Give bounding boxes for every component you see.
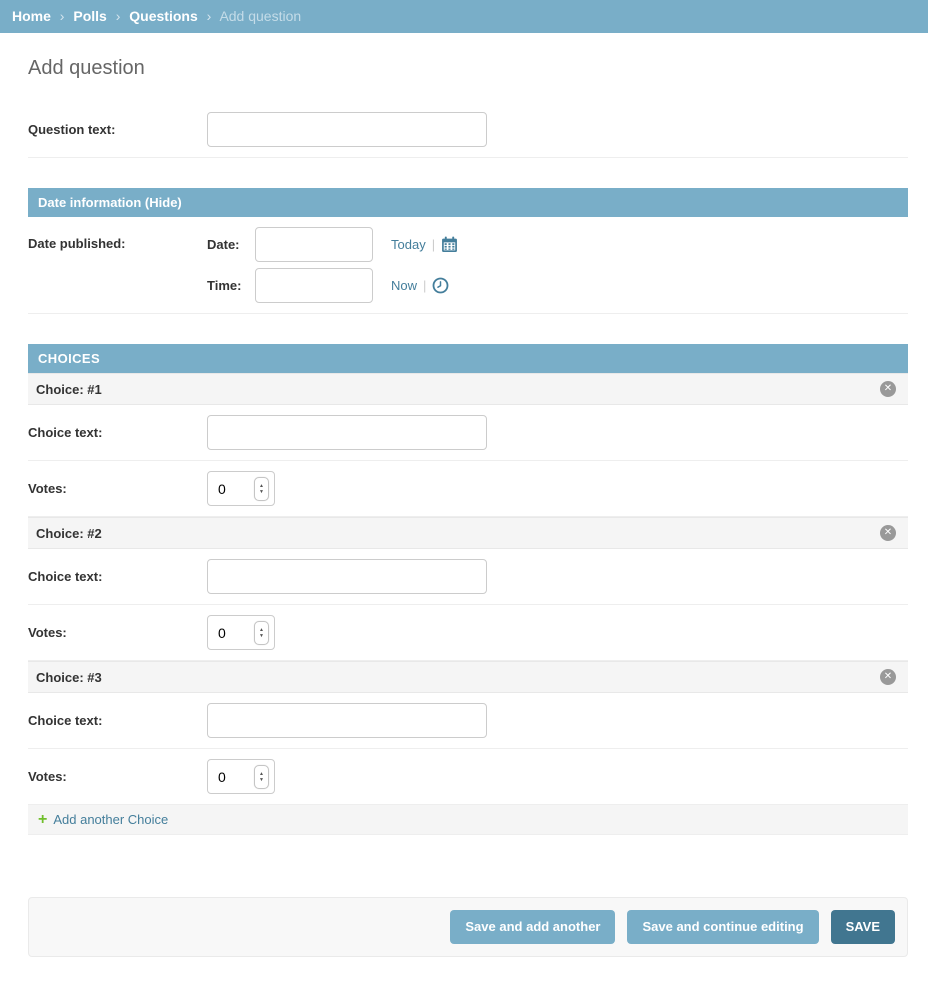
delete-choice-2-icon[interactable]: ✕: [880, 525, 896, 541]
choice-2-votes-input[interactable]: 0 ▲ ▼: [207, 615, 275, 650]
choice-2-header: Choice: #2 ✕: [28, 517, 908, 549]
choice-2-title: Choice: #2: [36, 526, 102, 541]
choice-1-text-row: Choice text:: [28, 405, 908, 461]
question-text-input[interactable]: [207, 112, 487, 147]
choices-module: CHOICES Choice: #1 ✕ Choice text: Votes:…: [28, 344, 908, 835]
date-input[interactable]: [255, 227, 373, 262]
votes-label: Votes:: [28, 759, 207, 784]
breadcrumb-separator: ›: [207, 8, 212, 24]
choice-text-label: Choice text:: [28, 703, 207, 728]
time-input[interactable]: [255, 268, 373, 303]
breadcrumb-home-link[interactable]: Home: [12, 8, 51, 24]
breadcrumb-separator: ›: [60, 8, 65, 24]
calendar-icon[interactable]: [441, 236, 458, 253]
content-area: Add question Question text: Date informa…: [0, 33, 928, 977]
add-another-choice-link[interactable]: Add another Choice: [53, 812, 168, 827]
breadcrumb-polls-link[interactable]: Polls: [73, 8, 106, 24]
choice-3-title: Choice: #3: [36, 670, 102, 685]
votes-label: Votes:: [28, 471, 207, 496]
choice-text-label: Choice text:: [28, 415, 207, 440]
breadcrumb: Home › Polls › Questions › Add question: [0, 0, 928, 33]
date-information-header: Date information (Hide): [28, 188, 908, 217]
clock-icon[interactable]: [432, 277, 449, 294]
collapse-toggle[interactable]: (Hide): [145, 195, 182, 210]
number-stepper[interactable]: ▲ ▼: [254, 621, 269, 645]
date-label: Date:: [207, 237, 248, 252]
votes-value: 0: [218, 481, 254, 497]
delete-choice-1-icon[interactable]: ✕: [880, 381, 896, 397]
choice-3-text-row: Choice text:: [28, 693, 908, 749]
time-subrow: Time: Now |: [207, 268, 458, 303]
choices-header: CHOICES: [28, 344, 908, 373]
votes-label: Votes:: [28, 615, 207, 640]
choice-2-text-row: Choice text:: [28, 549, 908, 605]
choice-3-votes-input[interactable]: 0 ▲ ▼: [207, 759, 275, 794]
number-stepper[interactable]: ▲ ▼: [254, 477, 269, 501]
today-link[interactable]: Today: [391, 237, 426, 252]
plus-icon: +: [38, 813, 47, 826]
date-published-row: Date published: Date: Today |: [28, 217, 908, 314]
choice-1-header: Choice: #1 ✕: [28, 373, 908, 405]
question-text-label: Question text:: [28, 112, 207, 137]
date-subrow: Date: Today |: [207, 227, 458, 262]
stepper-down-icon[interactable]: ▼: [259, 489, 264, 495]
choice-text-label: Choice text:: [28, 559, 207, 584]
breadcrumb-separator: ›: [116, 8, 121, 24]
time-label: Time:: [207, 278, 248, 293]
choice-2-text-input[interactable]: [207, 559, 487, 594]
datetime-widget: Date: Today |: [207, 227, 458, 303]
time-shortcuts: Now |: [391, 277, 449, 294]
save-button[interactable]: SAVE: [831, 910, 895, 944]
choice-1-text-input[interactable]: [207, 415, 487, 450]
submit-row: Save and add another Save and continue e…: [28, 897, 908, 957]
stepper-down-icon[interactable]: ▼: [259, 633, 264, 639]
breadcrumb-current-page: Add question: [219, 8, 301, 24]
save-and-continue-editing-button[interactable]: Save and continue editing: [627, 910, 818, 944]
date-information-module: Date information (Hide) Date published: …: [28, 188, 908, 314]
save-and-add-another-button[interactable]: Save and add another: [450, 910, 615, 944]
date-shortcuts: Today |: [391, 236, 458, 253]
choice-1-votes-row: Votes: 0 ▲ ▼: [28, 461, 908, 517]
now-link[interactable]: Now: [391, 278, 417, 293]
date-information-title: Date information: [38, 195, 141, 210]
number-stepper[interactable]: ▲ ▼: [254, 765, 269, 789]
choice-1-votes-input[interactable]: 0 ▲ ▼: [207, 471, 275, 506]
choice-2-votes-row: Votes: 0 ▲ ▼: [28, 605, 908, 661]
delete-choice-3-icon[interactable]: ✕: [880, 669, 896, 685]
question-module: Question text:: [28, 102, 908, 158]
breadcrumb-questions-link[interactable]: Questions: [129, 8, 197, 24]
votes-value: 0: [218, 625, 254, 641]
choice-1-title: Choice: #1: [36, 382, 102, 397]
votes-value: 0: [218, 769, 254, 785]
page-title: Add question: [28, 57, 908, 80]
choice-3-text-input[interactable]: [207, 703, 487, 738]
shortcut-separator: |: [432, 237, 435, 252]
stepper-down-icon[interactable]: ▼: [259, 777, 264, 783]
shortcut-separator: |: [423, 278, 426, 293]
choice-3-header: Choice: #3 ✕: [28, 661, 908, 693]
choice-3-votes-row: Votes: 0 ▲ ▼: [28, 749, 908, 805]
add-another-choice-row[interactable]: + Add another Choice: [28, 805, 908, 835]
date-published-label: Date published:: [28, 227, 207, 251]
question-text-row: Question text:: [28, 102, 908, 158]
